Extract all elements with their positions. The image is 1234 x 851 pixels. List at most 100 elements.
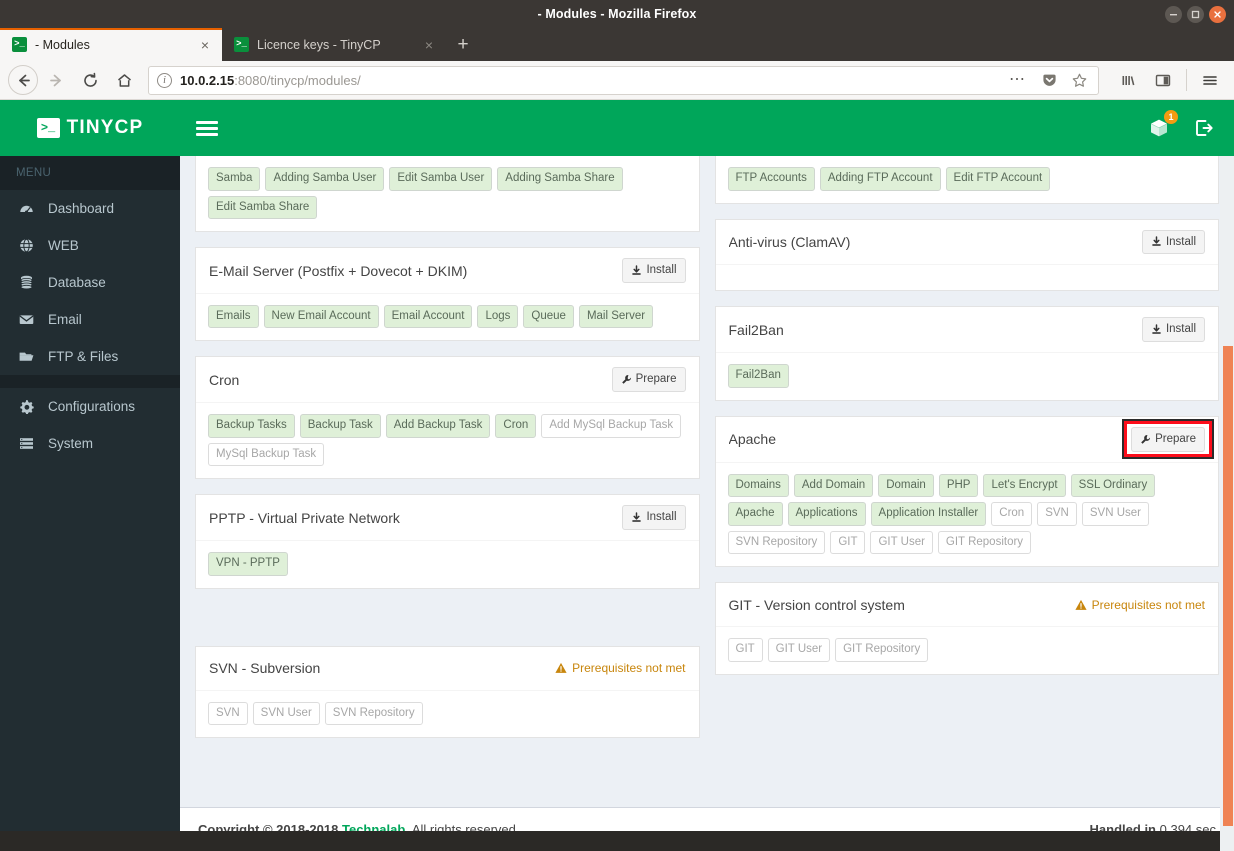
tab-close-icon[interactable]: ×: [420, 36, 438, 54]
module-tag[interactable]: Edit FTP Account: [945, 167, 1051, 191]
module-tag[interactable]: Edit Samba User: [389, 167, 493, 191]
sidebar-item-configurations[interactable]: Configurations: [0, 388, 180, 425]
sidebar-item-system[interactable]: System: [0, 425, 180, 462]
module-tag[interactable]: SVN Repository: [324, 701, 423, 726]
sidebar-toggle-icon[interactable]: [196, 120, 218, 136]
module-tag[interactable]: Add Backup Task: [385, 414, 491, 438]
module-tag[interactable]: Emails: [208, 304, 259, 329]
module-tag[interactable]: FTP Accounts: [727, 167, 815, 191]
module-tag[interactable]: VPN - PPTP: [208, 552, 288, 576]
module-tag[interactable]: MySql Backup Task: [208, 442, 325, 467]
page-scrollbar[interactable]: [1220, 156, 1234, 851]
install-button[interactable]: Install: [1141, 229, 1205, 255]
browser-tab-licence-keys[interactable]: >_ Licence keys - TinyCP ×: [222, 28, 446, 61]
database-icon: [17, 275, 35, 290]
module-tag[interactable]: SVN: [208, 701, 248, 726]
prepare-button[interactable]: Prepare: [611, 367, 686, 393]
install-button[interactable]: Install: [622, 258, 686, 283]
topbar: 1: [180, 100, 1234, 156]
reload-icon[interactable]: [74, 64, 106, 96]
module-tag[interactable]: Domain: [878, 473, 934, 498]
sidebar-divider: [0, 375, 180, 388]
forward-arrow-icon[interactable]: [40, 64, 72, 96]
module-tag[interactable]: GIT: [830, 530, 866, 555]
card-body: Fail2Ban: [716, 353, 1219, 400]
module-tag[interactable]: Fail2Ban: [727, 364, 789, 388]
module-tag[interactable]: Apache: [727, 502, 783, 526]
module-tag[interactable]: SSL Ordinary: [1070, 473, 1156, 498]
module-tag[interactable]: Backup Task: [299, 414, 381, 438]
module-tag[interactable]: Application Installer: [870, 502, 987, 526]
card-body: FTP Accounts Adding FTP Account Edit FTP…: [716, 156, 1219, 203]
new-tab-button[interactable]: +: [446, 28, 480, 61]
module-tag[interactable]: Add MySql Backup Task: [541, 414, 682, 438]
module-tag[interactable]: SVN Repository: [727, 530, 826, 555]
module-tag[interactable]: GIT: [727, 638, 763, 662]
card-body: SVN SVN User SVN Repository: [196, 691, 699, 738]
module-tag[interactable]: GIT User: [870, 530, 933, 555]
module-tag[interactable]: Queue: [523, 304, 574, 329]
sidebar-item-database[interactable]: Database: [0, 264, 180, 301]
library-icon[interactable]: [1113, 64, 1145, 96]
star-icon[interactable]: [1068, 72, 1090, 89]
module-tag[interactable]: Samba: [208, 167, 261, 191]
prepare-button[interactable]: Prepare: [1131, 426, 1205, 452]
url-bar[interactable]: i 10.0.2.15:8080/tinycp/modules/ ⋯: [148, 65, 1099, 95]
sidebar-icon[interactable]: [1147, 64, 1179, 96]
module-tag[interactable]: Mail Server: [578, 304, 654, 329]
module-card-cron: Cron Prepare Backup Tasks Backup Task Ad…: [195, 356, 700, 480]
module-tags: VPN - PPTP: [208, 552, 687, 576]
module-tag[interactable]: PHP: [938, 473, 979, 498]
sidebar-item-dashboard[interactable]: Dashboard: [0, 190, 180, 227]
module-tag[interactable]: Cron: [991, 502, 1033, 526]
sidebar-item-email[interactable]: Email: [0, 301, 180, 338]
minimize-button[interactable]: [1165, 5, 1182, 23]
sidebar-item-label: Configurations: [48, 399, 136, 414]
window-title: - Modules - Mozilla Firefox: [537, 7, 697, 21]
module-tag[interactable]: Adding FTP Account: [819, 167, 941, 191]
module-tag[interactable]: Email Account: [383, 304, 473, 329]
install-button[interactable]: Install: [1141, 317, 1205, 343]
page-scrollbar-thumb[interactable]: [1223, 346, 1233, 826]
terminal-icon: >_: [36, 118, 60, 138]
sidebar-item-ftp-files[interactable]: FTP & Files: [0, 338, 180, 375]
page-actions-icon[interactable]: ⋯: [1005, 72, 1030, 88]
module-tag[interactable]: Backup Tasks: [208, 414, 295, 438]
module-tag[interactable]: Adding Samba User: [265, 167, 385, 191]
module-tag[interactable]: Domains: [727, 473, 789, 498]
module-tag[interactable]: SVN: [1037, 502, 1077, 526]
sidebar-item-web[interactable]: WEB: [0, 227, 180, 264]
module-tag[interactable]: Edit Samba Share: [208, 195, 318, 220]
pocket-icon[interactable]: [1038, 72, 1060, 89]
home-icon[interactable]: [108, 64, 140, 96]
tab-title: - Modules: [35, 37, 90, 52]
module-tag[interactable]: SVN User: [1081, 502, 1149, 526]
package-icon[interactable]: 1: [1148, 110, 1178, 139]
logout-icon[interactable]: [1194, 118, 1214, 138]
module-tag[interactable]: Adding Samba Share: [497, 167, 623, 191]
back-arrow-icon[interactable]: [8, 65, 38, 95]
close-button[interactable]: [1209, 5, 1226, 23]
module-tag[interactable]: GIT Repository: [937, 530, 1032, 555]
hamburger-menu-icon[interactable]: [1194, 64, 1226, 96]
module-tag[interactable]: Add Domain: [793, 473, 874, 498]
brand-logo-area[interactable]: >_ TINYCP: [0, 100, 180, 156]
sidebar-item-label: Email: [48, 312, 82, 327]
dashboard-icon: [17, 201, 35, 216]
module-tags: GIT GIT User GIT Repository: [727, 638, 1207, 662]
module-tag[interactable]: Cron: [495, 414, 537, 438]
module-tag[interactable]: New Email Account: [263, 304, 379, 329]
module-tag[interactable]: GIT Repository: [835, 638, 929, 662]
maximize-button[interactable]: [1187, 5, 1204, 23]
module-tag[interactable]: Logs: [477, 304, 519, 329]
card-title: SVN - Subversion: [209, 660, 321, 677]
tab-close-icon[interactable]: ×: [196, 36, 214, 54]
module-tag[interactable]: GIT User: [767, 638, 831, 662]
module-tag[interactable]: Applications: [787, 502, 866, 526]
install-button[interactable]: Install: [622, 505, 686, 531]
info-icon[interactable]: i: [157, 72, 172, 88]
module-tag[interactable]: SVN User: [252, 701, 320, 726]
module-tag[interactable]: Let's Encrypt: [983, 473, 1066, 498]
browser-tab-modules[interactable]: >_ - Modules ×: [0, 28, 222, 61]
card-header: Apache Prepare: [715, 417, 1218, 463]
